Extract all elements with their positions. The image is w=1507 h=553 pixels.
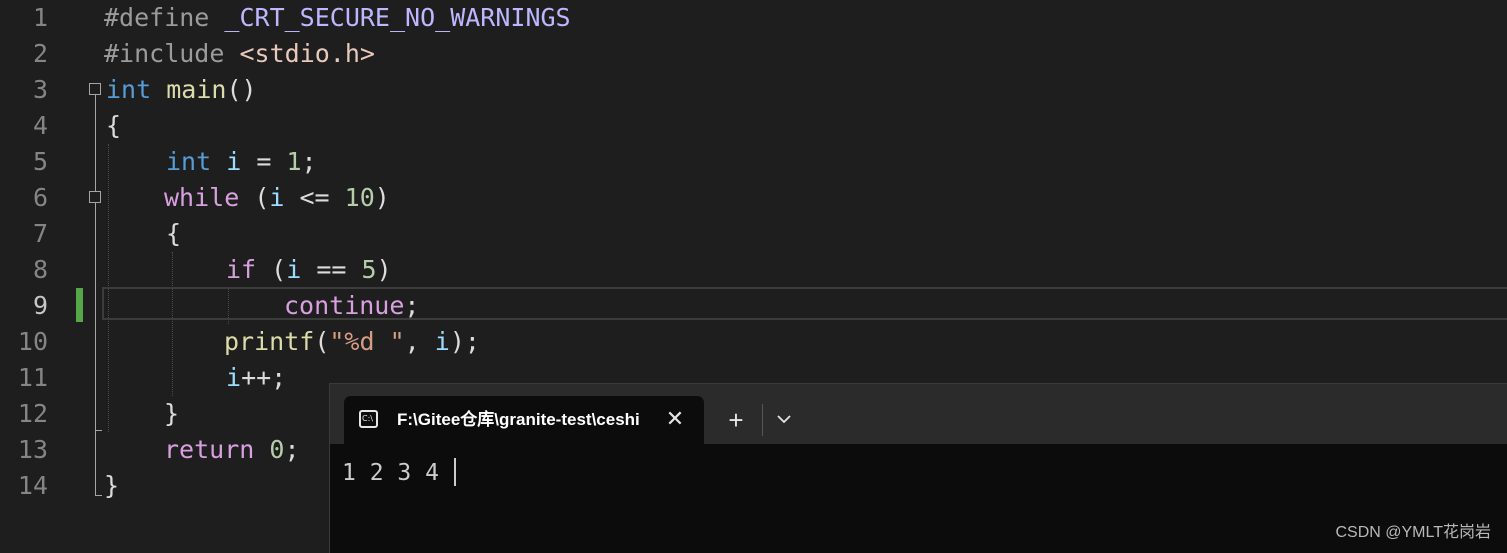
punctuation: , — [404, 327, 435, 356]
code-line: 1 #define _CRT_SECURE_NO_WARNINGS — [0, 0, 1507, 36]
operator: ++; — [241, 363, 287, 392]
punctuation: () — [226, 75, 257, 104]
line-number: 5 — [32, 147, 48, 176]
code-line: 2 #include <stdio.h> — [0, 36, 1507, 72]
string-literal: "%d " — [329, 327, 405, 356]
line-number: 4 — [32, 111, 48, 140]
line-number: 3 — [32, 75, 48, 104]
operator: = — [241, 147, 287, 176]
include-header: <stdio.h> — [239, 39, 375, 68]
variable: i — [434, 327, 450, 356]
line-number: 2 — [32, 39, 48, 68]
line-number: 9 — [32, 291, 48, 320]
variable: i — [269, 183, 285, 212]
console-icon: C:\ — [359, 410, 378, 428]
preprocessor-directive: #include — [104, 39, 225, 68]
code-line-current: 9 continue; — [0, 288, 1507, 324]
line-number: 1 — [32, 3, 48, 32]
brace: { — [106, 111, 122, 140]
macro-name: _CRT_SECURE_NO_WARNINGS — [224, 3, 571, 32]
punctuation: ; — [301, 147, 317, 176]
punctuation: ); — [449, 327, 480, 356]
brace: } — [164, 399, 180, 428]
terminal-tab-bar: C:\ F:\Gitee仓库\granite-test\ceshi ✕ + — [330, 384, 1507, 444]
line-number: 12 — [17, 399, 48, 428]
type-keyword: int — [106, 75, 152, 104]
tab-title: F:\Gitee仓库\granite-test\ceshi — [397, 410, 640, 429]
punctuation: ) — [376, 255, 392, 284]
punctuation: ; — [404, 291, 420, 320]
line-number: 14 — [17, 471, 48, 500]
function-name: printf — [224, 327, 315, 356]
punctuation: ( — [239, 183, 270, 212]
tab-separator — [762, 404, 763, 436]
code-line: 4 { — [0, 108, 1507, 144]
code-line: 6 while (i <= 10) — [0, 180, 1507, 216]
variable: i — [226, 363, 242, 392]
control-keyword: continue — [284, 291, 405, 320]
code-line: 3 int main() — [0, 72, 1507, 108]
punctuation: ( — [256, 255, 287, 284]
variable: i — [286, 255, 302, 284]
code-line: 10 printf("%d ", i); — [0, 324, 1507, 360]
line-number: 8 — [32, 255, 48, 284]
terminal-tab[interactable]: C:\ F:\Gitee仓库\granite-test\ceshi ✕ — [344, 396, 704, 444]
code-line: 5 int i = 1; — [0, 144, 1507, 180]
line-number: 6 — [32, 183, 48, 212]
terminal-window[interactable]: C:\ F:\Gitee仓库\granite-test\ceshi ✕ + 1 … — [329, 383, 1507, 553]
new-tab-button[interactable]: + — [724, 405, 748, 435]
control-keyword: return — [164, 435, 255, 464]
close-tab-button[interactable]: ✕ — [662, 405, 688, 433]
punctuation: ; — [284, 435, 300, 464]
operator: == — [301, 255, 362, 284]
code-line: 7 { — [0, 216, 1507, 252]
number-literal: 10 — [344, 183, 375, 212]
operator: <= — [284, 183, 345, 212]
line-number: 10 — [17, 327, 48, 356]
watermark: CSDN @YMLT花岗岩 — [1335, 524, 1491, 541]
control-keyword: while — [164, 183, 240, 212]
type-keyword: int — [166, 147, 212, 176]
terminal-output: 1 2 3 4 — [342, 460, 439, 486]
chevron-down-icon[interactable] — [772, 407, 796, 431]
brace: { — [166, 219, 182, 248]
variable: i — [226, 147, 242, 176]
punctuation: ) — [374, 183, 390, 212]
number-literal: 1 — [286, 147, 302, 176]
number-literal: 0 — [269, 435, 285, 464]
line-number: 11 — [17, 363, 48, 392]
function-name: main — [166, 75, 227, 104]
number-literal: 5 — [361, 255, 377, 284]
control-keyword: if — [226, 255, 257, 284]
text-cursor — [454, 458, 456, 486]
code-line: 8 if (i == 5) — [0, 252, 1507, 288]
punctuation: ( — [314, 327, 330, 356]
line-number: 7 — [32, 219, 48, 248]
preprocessor-directive: #define — [104, 3, 210, 32]
line-number: 13 — [17, 435, 48, 464]
brace: } — [104, 471, 120, 500]
